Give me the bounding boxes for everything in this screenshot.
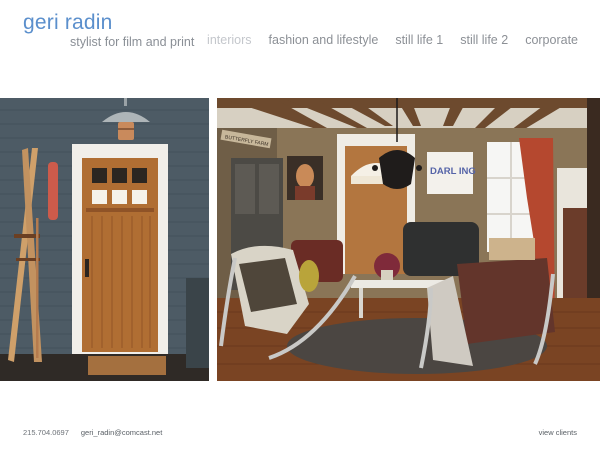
footer-phone: 215.704.0697 (23, 428, 69, 437)
nav-item-fashion-and-lifestyle[interactable]: fashion and lifestyle (269, 33, 379, 47)
photo-living-room[interactable]: BUTTERFLY FARM DARL ING (217, 98, 600, 381)
nav-item-still-life-2[interactable]: still life 2 (460, 33, 508, 47)
print-text: DARL ING (430, 166, 476, 177)
footer: 215.704.0697 geri_radin@comcast.net view… (23, 428, 577, 437)
brand-block[interactable]: geri radin stylist for film and print (23, 12, 195, 50)
nav-item-interiors[interactable]: interiors (207, 33, 251, 47)
site-tagline: stylist for film and print (70, 35, 195, 49)
footer-email-link[interactable]: geri_radin@comcast.net (81, 428, 162, 437)
nav-item-corporate[interactable]: corporate (525, 33, 578, 47)
view-clients-link[interactable]: view clients (539, 428, 577, 437)
site-title[interactable]: geri radin (23, 12, 194, 34)
photo-door-with-skis[interactable] (0, 98, 209, 381)
nav-item-still-life-1[interactable]: still life 1 (395, 33, 443, 47)
main-nav: interiors fashion and lifestyle still li… (207, 33, 578, 47)
